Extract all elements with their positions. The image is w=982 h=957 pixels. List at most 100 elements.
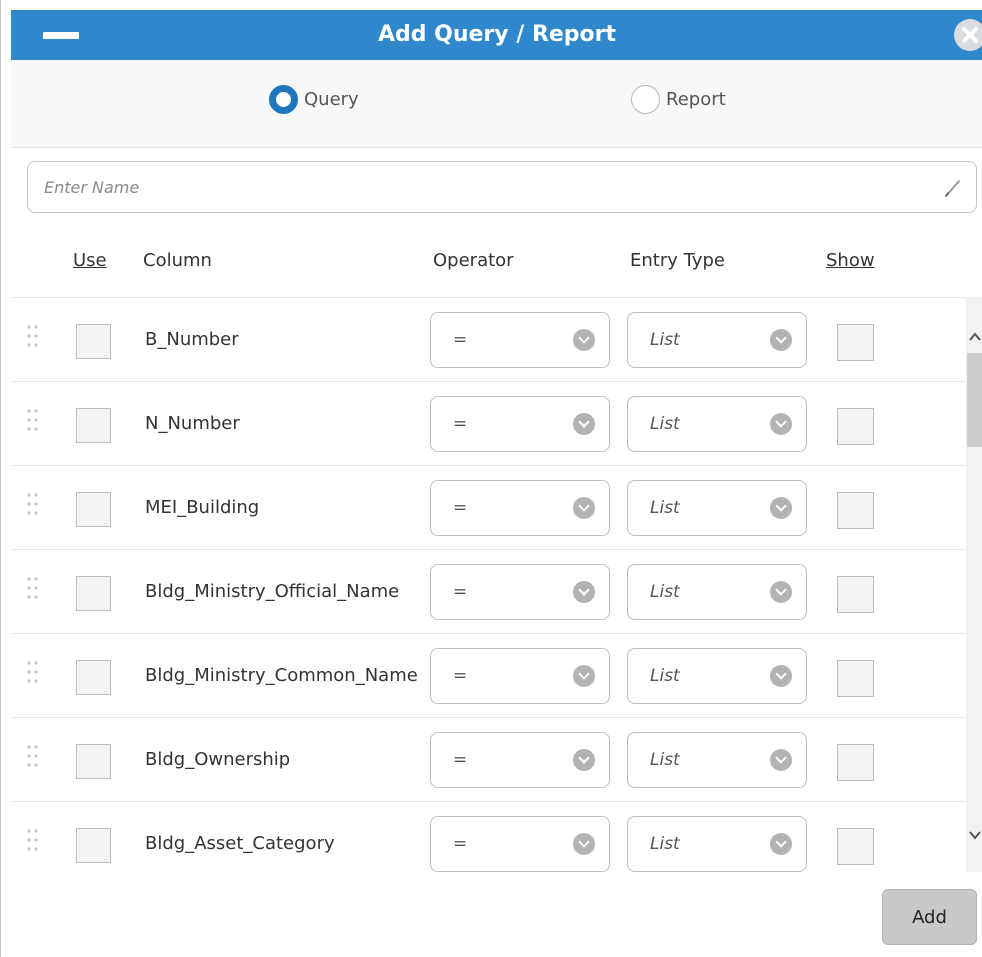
operator-value: = [453,330,468,350]
operator-select[interactable]: = [430,564,610,620]
chevron-down-icon [573,413,595,435]
header-use[interactable]: Use [73,250,107,271]
table-row: Bldg_Ministry_Common_Name = List [11,634,966,718]
drag-handle-icon[interactable] [26,660,40,684]
add-button[interactable]: Add [882,889,977,945]
column-name: N_Number [145,413,240,434]
operator-select[interactable]: = [430,480,610,536]
entry-type-select[interactable]: List [627,564,807,620]
entry-type-select[interactable]: List [627,732,807,788]
entry-type-select[interactable]: List [627,396,807,452]
entry-type-value: List [650,750,680,770]
operator-value: = [453,414,468,434]
radio-query[interactable]: Query [269,84,359,114]
operator-select[interactable]: = [430,816,610,872]
use-checkbox[interactable] [76,408,111,443]
use-checkbox[interactable] [76,828,111,863]
add-query-report-dialog: Add Query / Report Query Report Use Colu… [0,0,982,957]
column-name: Bldg_Ministry_Official_Name [145,581,400,602]
chevron-down-icon [770,665,792,687]
table-row: N_Number = List [11,382,966,466]
use-checkbox[interactable] [76,744,111,779]
show-checkbox[interactable] [837,828,874,865]
entry-type-value: List [650,330,680,350]
chevron-down-icon [573,665,595,687]
operator-value: = [453,582,468,602]
chevron-down-icon [573,749,595,771]
column-name: B_Number [145,329,239,350]
name-field-wrapper [27,161,977,213]
column-name: Bldg_Ministry_Common_Name [145,665,418,686]
show-checkbox[interactable] [837,324,874,361]
column-name: Bldg_Ownership [145,749,291,770]
operator-value: = [453,750,468,770]
radio-report[interactable]: Report [631,84,726,114]
scroll-thumb[interactable] [967,353,982,447]
drag-handle-icon[interactable] [26,576,40,600]
use-checkbox[interactable] [76,492,111,527]
show-checkbox[interactable] [837,492,874,529]
column-rows: B_Number = List N_Number = List MEI_Buil… [11,297,966,885]
entry-type-value: List [650,582,680,602]
chevron-down-icon [770,497,792,519]
type-selector: Query Report [11,60,982,148]
chevron-down-icon [573,581,595,603]
chevron-down-icon [573,497,595,519]
column-name: Bldg_Asset_Category [145,833,335,854]
use-checkbox[interactable] [76,324,111,359]
operator-value: = [453,666,468,686]
operator-select[interactable]: = [430,396,610,452]
entry-type-value: List [650,498,680,518]
entry-type-select[interactable]: List [627,648,807,704]
entry-type-select[interactable]: List [627,816,807,872]
dialog-titlebar: Add Query / Report [11,10,982,60]
operator-value: = [453,498,468,518]
show-checkbox[interactable] [837,408,874,445]
chevron-down-icon [770,329,792,351]
dialog-title: Add Query / Report [377,22,617,47]
header-column: Column [143,250,212,271]
chevron-down-icon [770,413,792,435]
drag-handle-icon[interactable] [26,324,40,348]
operator-value: = [453,834,468,854]
table-row: B_Number = List [11,298,966,382]
close-icon[interactable] [954,19,982,51]
entry-type-select[interactable]: List [627,480,807,536]
show-checkbox[interactable] [837,744,874,781]
show-checkbox[interactable] [837,576,874,613]
drag-handle-icon[interactable] [26,408,40,432]
chevron-down-icon [770,833,792,855]
table-row: Bldg_Asset_Category = List [11,802,966,885]
table-row: Bldg_Ministry_Official_Name = List [11,550,966,634]
rows-scrollbar[interactable] [966,297,982,872]
use-checkbox[interactable] [76,660,111,695]
header-entry-type: Entry Type [630,250,725,271]
operator-select[interactable]: = [430,732,610,788]
radio-query-indicator[interactable] [269,84,298,114]
entry-type-select[interactable]: List [627,312,807,368]
chevron-down-icon [573,833,595,855]
scroll-down-icon[interactable] [966,825,982,845]
chevron-down-icon [573,329,595,351]
drag-handle-icon[interactable] [26,492,40,516]
pencil-icon [945,180,960,197]
radio-report-label: Report [666,88,726,110]
table-row: Bldg_Ownership = List [11,718,966,802]
chevron-down-icon [770,749,792,771]
radio-report-indicator[interactable] [631,84,660,114]
table-header: Use Column Operator Entry Type Show [11,250,971,286]
entry-type-value: List [650,666,680,686]
drag-handle-icon[interactable] [26,744,40,768]
show-checkbox[interactable] [837,660,874,697]
column-name: MEI_Building [145,497,260,518]
operator-select[interactable]: = [430,648,610,704]
drag-handle-icon[interactable] [26,828,40,852]
name-input[interactable] [44,162,924,212]
entry-type-value: List [650,414,680,434]
header-show[interactable]: Show [826,250,875,271]
operator-select[interactable]: = [430,312,610,368]
chevron-down-icon [770,581,792,603]
scroll-up-icon[interactable] [966,327,982,347]
header-operator: Operator [433,250,514,271]
use-checkbox[interactable] [76,576,111,611]
